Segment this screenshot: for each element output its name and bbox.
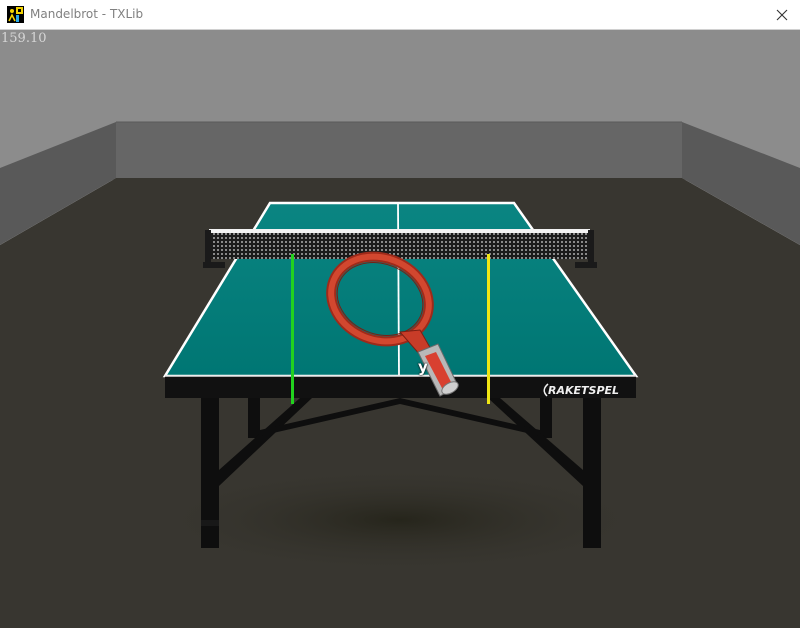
title-bar: Mandelbrot - TXLib [0, 0, 800, 30]
left-boundary-marker [291, 254, 294, 404]
close-icon [776, 9, 788, 20]
game-viewport[interactable]: RAKETSPEL 159.10 y [0, 30, 800, 628]
txlib-app-icon [7, 6, 24, 23]
right-boundary-marker [487, 254, 490, 404]
back-wall [116, 122, 682, 178]
paddle-label: y [418, 358, 428, 376]
window-title: Mandelbrot - TXLib [30, 7, 144, 21]
fps-counter: 159.10 [1, 31, 47, 46]
table-brand-logo: RAKETSPEL [548, 384, 619, 397]
game-scene: RAKETSPEL [0, 30, 800, 628]
close-button[interactable] [764, 0, 800, 29]
